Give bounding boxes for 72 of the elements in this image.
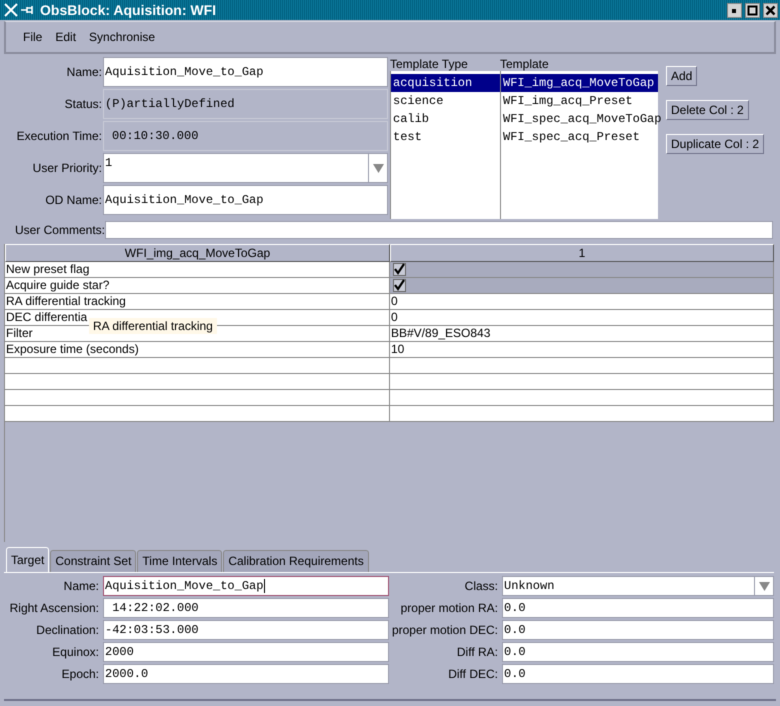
maximize-icon[interactable] bbox=[745, 2, 760, 18]
text-field[interactable]: Aquisition_Move_to_Gap bbox=[103, 576, 389, 596]
checkbox[interactable] bbox=[393, 279, 406, 292]
menu-item[interactable]: Synchronise bbox=[89, 30, 156, 44]
text-field[interactable]: -42:03:53.000 bbox=[103, 620, 389, 640]
field-label: Name: bbox=[62, 579, 100, 593]
table-cell: New preset flag bbox=[5, 262, 390, 278]
text-field[interactable]: 0.0 bbox=[502, 598, 774, 618]
column-header[interactable]: WFI_img_acq_MoveToGap bbox=[5, 244, 390, 262]
window-title: ObsBlock: Aquisition: WFI bbox=[40, 2, 216, 18]
table-cell: BB#V/89_ESO843 bbox=[390, 326, 774, 342]
pin-icon[interactable] bbox=[21, 5, 35, 15]
field-label: proper motion DEC: bbox=[390, 623, 499, 637]
priority-dropdown[interactable]: 1 bbox=[103, 153, 388, 183]
field-label: Diff RA: bbox=[456, 645, 499, 659]
field-label: Diff DEC: bbox=[447, 667, 499, 681]
action-button[interactable]: Add bbox=[666, 66, 698, 86]
text-field[interactable]: 2000.0 bbox=[103, 664, 389, 684]
table-cell: Exposure time (seconds) bbox=[5, 342, 390, 358]
tab[interactable]: Time Intervals bbox=[137, 550, 222, 572]
list-item[interactable]: test bbox=[391, 128, 500, 146]
tooltip: RA differential tracking bbox=[89, 318, 217, 334]
field-label: User Comments: bbox=[14, 223, 105, 237]
list-item[interactable]: WFI_img_acq_MoveToGap bbox=[501, 74, 658, 92]
list-item[interactable]: WFI_spec_acq_Preset bbox=[501, 128, 658, 146]
tab[interactable]: Calibration Requirements bbox=[223, 550, 369, 572]
field-label: Equinox: bbox=[51, 645, 100, 659]
list-heading: Template Type bbox=[390, 57, 469, 71]
dropdown-arrow-icon bbox=[758, 580, 770, 592]
checkbox[interactable] bbox=[393, 263, 406, 276]
tab[interactable]: Target bbox=[6, 547, 50, 572]
dropdown-arrow-icon bbox=[372, 162, 384, 174]
name-field[interactable]: Aquisition_Move_to_Gap bbox=[103, 57, 388, 87]
table-cell: 0 bbox=[390, 310, 774, 326]
field-label: proper motion RA: bbox=[400, 601, 499, 615]
field-label: Name: bbox=[66, 65, 103, 79]
field-label: Declination: bbox=[35, 623, 100, 637]
field-label: Execution Time: bbox=[16, 129, 103, 143]
field-label: Status: bbox=[64, 97, 103, 111]
text-field[interactable]: 0.0 bbox=[502, 642, 774, 662]
text-field[interactable]: 0.0 bbox=[502, 620, 774, 640]
table-cell: RA differential tracking bbox=[5, 294, 390, 310]
menu-item[interactable]: File bbox=[23, 30, 42, 44]
list-heading: Template bbox=[500, 57, 550, 71]
class-dropdown[interactable]: Unknown bbox=[502, 576, 774, 596]
field-label: Class: bbox=[464, 579, 499, 593]
menu-item[interactable]: Edit bbox=[55, 30, 76, 44]
field-label: Epoch: bbox=[60, 667, 100, 681]
action-button[interactable]: Duplicate Col : 2 bbox=[666, 134, 764, 154]
comments-field[interactable] bbox=[105, 221, 773, 239]
close-icon[interactable] bbox=[763, 2, 778, 18]
od-name-field[interactable]: Aquisition_Move_to_Gap bbox=[103, 185, 388, 215]
action-button[interactable]: Delete Col : 2 bbox=[666, 100, 749, 120]
field-label: OD Name: bbox=[44, 193, 103, 207]
text-cursor bbox=[264, 579, 266, 593]
text-field[interactable]: 2000 bbox=[103, 642, 389, 662]
list-item[interactable]: WFI_img_acq_Preset bbox=[501, 92, 658, 110]
table-cell: Acquire guide star? bbox=[5, 278, 390, 294]
tab[interactable]: Constraint Set bbox=[50, 550, 136, 572]
status-field: (P)artiallyDefined bbox=[103, 89, 388, 119]
column-header[interactable]: 1 bbox=[390, 244, 774, 262]
field-label: User Priority: bbox=[32, 161, 103, 175]
list-item[interactable]: acquisition bbox=[391, 74, 500, 92]
field-label: Right Ascension: bbox=[8, 601, 100, 615]
table-cell: 10 bbox=[390, 342, 774, 358]
list-item[interactable]: science bbox=[391, 92, 500, 110]
execution-time-field: 00:10:30.000 bbox=[103, 121, 388, 151]
table-cell: 0 bbox=[390, 294, 774, 310]
text-field[interactable]: 0.0 bbox=[502, 664, 774, 684]
minimize-icon[interactable] bbox=[727, 2, 742, 18]
text-field[interactable]: 14:22:02.000 bbox=[103, 598, 389, 618]
list-item[interactable]: calib bbox=[391, 110, 500, 128]
